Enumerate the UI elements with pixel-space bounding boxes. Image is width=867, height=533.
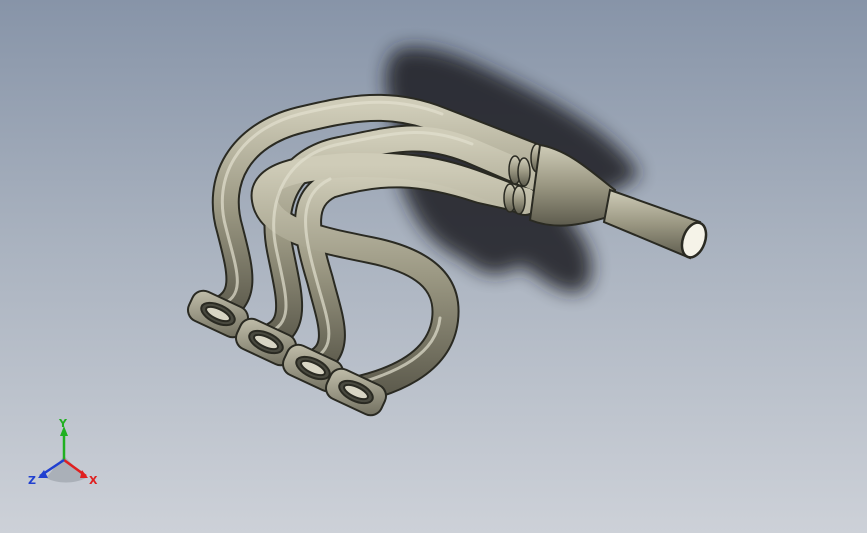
z-axis-label: Z	[28, 474, 36, 487]
reference-triad: Y X Z	[28, 418, 98, 487]
model-scene[interactable]	[0, 0, 867, 533]
graphics-viewport[interactable]: Y X Z	[0, 0, 867, 533]
y-axis-label: Y	[58, 418, 68, 430]
x-axis-label: X	[89, 474, 98, 487]
y-axis: Y	[58, 418, 68, 460]
